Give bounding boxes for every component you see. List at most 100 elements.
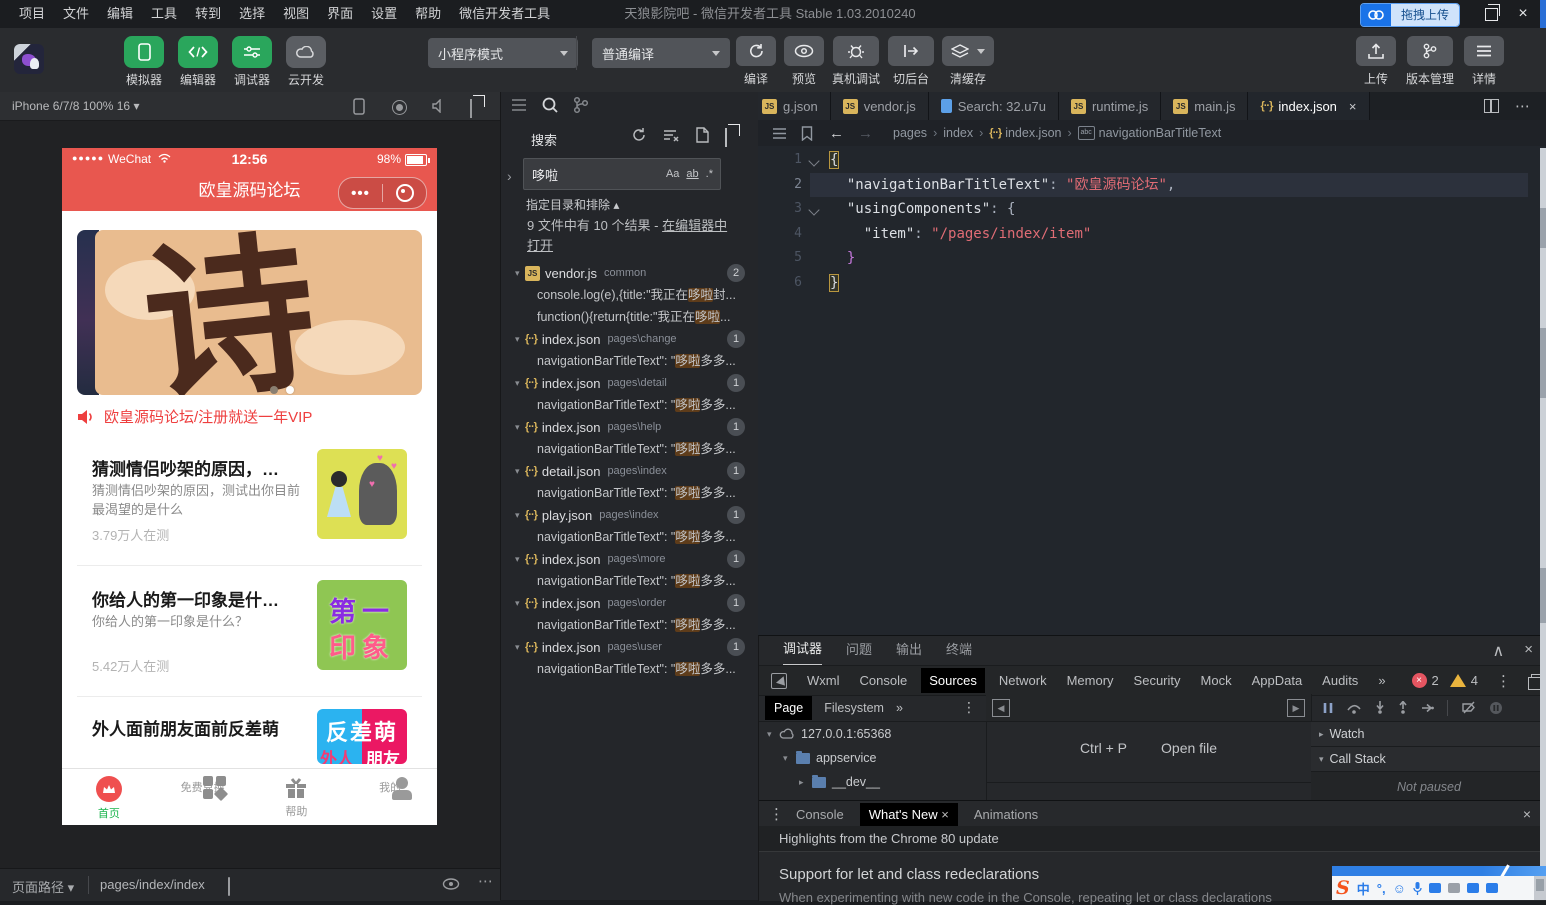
carousel-banner[interactable]: 诗: [95, 230, 422, 395]
panel-toggle-云开发[interactable]: 云开发: [282, 36, 330, 88]
inspect-element-icon[interactable]: [771, 672, 787, 689]
mute-icon[interactable]: [432, 99, 447, 113]
quiz-card[interactable]: 猜测情侣吵架的原因，… 猜测情侣吵架的原因，测试出你目前最渴望的是什么 3.79万人…: [62, 449, 437, 565]
skin-icon[interactable]: [1466, 883, 1479, 893]
multi-window-icon[interactable]: [470, 99, 472, 118]
search-result-file[interactable]: ▾ {··} detail.json pages\index 1: [501, 460, 759, 482]
refresh-search-icon[interactable]: [631, 127, 647, 143]
devtools-tab-Audits[interactable]: Audits: [1322, 673, 1358, 688]
outline-icon[interactable]: [772, 127, 787, 140]
search-input[interactable]: 哆啦 Aa ab .*: [523, 158, 721, 190]
editor-tab-main.js[interactable]: JS main.js: [1161, 92, 1249, 120]
close-tab-icon[interactable]: ×: [941, 807, 949, 822]
action-button-版本管理[interactable]: 版本管理: [1406, 36, 1454, 87]
callstack-section[interactable]: ▾ Call Stack: [1311, 747, 1546, 772]
back-icon[interactable]: ←: [829, 125, 844, 142]
tabbar-item-首页[interactable]: 首页: [62, 769, 156, 825]
menu-item[interactable]: 设置: [362, 0, 406, 28]
regex-icon[interactable]: .*: [706, 168, 713, 180]
code-line[interactable]: 5 }: [758, 246, 1546, 271]
warning-badge-icon[interactable]: [1449, 674, 1466, 687]
page-path-dropdown[interactable]: 页面路径 ▾: [12, 877, 74, 896]
exit-target-icon[interactable]: [383, 184, 426, 202]
devtools-tab-Console[interactable]: Console: [860, 673, 908, 688]
breadcrumb-item[interactable]: abc navigationBarTitleText: [1077, 126, 1221, 140]
devtools-tab-Mock[interactable]: Mock: [1201, 673, 1232, 688]
debugger-tab-输出[interactable]: 输出: [896, 636, 922, 665]
toggle-replace-chevron[interactable]: ›: [507, 168, 512, 184]
device-selector[interactable]: iPhone 6/7/8 100% 16 ▾: [12, 92, 139, 120]
collapse-all-icon[interactable]: [725, 128, 727, 147]
code-line[interactable]: 2 "navigationBarTitleText": "欧皇源码论坛",: [758, 172, 1546, 197]
error-badge-icon[interactable]: ×: [1411, 673, 1427, 688]
tabbar-item-帮助[interactable]: 帮助: [250, 769, 344, 825]
open-search-editor-icon[interactable]: [695, 127, 710, 143]
action-button-编译[interactable]: 编译: [736, 36, 776, 87]
debugger-tab-调试器[interactable]: 调试器: [783, 635, 823, 666]
step-out-icon[interactable]: [1398, 701, 1408, 714]
sources-tab-Page[interactable]: Page: [765, 695, 813, 720]
breadcrumb-item[interactable]: index: [943, 126, 973, 140]
action-button-切后台[interactable]: 切后台: [888, 36, 935, 87]
more-sources-tabs-icon[interactable]: »: [896, 701, 903, 715]
code-area[interactable]: 1{2 "navigationBarTitleText": "欧皇源码论坛", 3…: [758, 146, 1546, 635]
menu-item[interactable]: 界面: [318, 0, 362, 28]
panel-toggle-编辑器[interactable]: 编辑器: [174, 36, 222, 88]
editor-tab-index.json[interactable]: {··} index.json ×: [1248, 92, 1370, 120]
emoji-icon[interactable]: ☺: [1393, 881, 1406, 896]
search-match-line[interactable]: navigationBarTitleText": "哆啦多多...: [501, 614, 759, 636]
visibility-icon[interactable]: [442, 877, 460, 891]
quiz-card[interactable]: 你给人的第一印象是什… 你给人的第一印象是什么？ 5.42万人在测 第一 印象: [62, 580, 437, 696]
close-window-button[interactable]: ×: [1512, 4, 1534, 24]
panel-toggle-调试器[interactable]: 调试器: [228, 36, 276, 88]
editor-tab-runtime.js[interactable]: JS runtime.js: [1058, 92, 1162, 120]
tabbar-item-免费兑换[interactable]: 免费兑换: [156, 769, 250, 825]
code-line[interactable]: 3 "usingComponents": {: [758, 197, 1546, 222]
close-tab-icon[interactable]: ×: [1349, 99, 1357, 114]
more-tabs-icon[interactable]: »: [1378, 673, 1385, 688]
devtools-menu-icon[interactable]: ⋮: [1496, 672, 1511, 690]
git-icon[interactable]: [573, 96, 589, 114]
editor-tab-vendor.js[interactable]: JS vendor.js: [830, 92, 929, 120]
editor-tab-Search: 32.u7u[interactable]: Search: 32.u7u: [928, 92, 1059, 120]
record-icon[interactable]: [392, 100, 407, 115]
menu-item[interactable]: 工具: [142, 0, 186, 28]
search-match-line[interactable]: navigationBarTitleText": "哆啦多多...: [501, 482, 759, 504]
search-match-line[interactable]: navigationBarTitleText": "哆啦多多...: [501, 570, 759, 592]
close-panel-icon[interactable]: ×: [1524, 641, 1533, 661]
weiyun-upload-button[interactable]: 拖拽上传: [1359, 3, 1460, 27]
expand-right-icon[interactable]: ▶: [1287, 699, 1305, 717]
announcement-bar[interactable]: 欧皇源码论坛/注册就送一年VIP: [77, 406, 422, 427]
copy-path-icon[interactable]: [228, 877, 230, 896]
menu-item[interactable]: 编辑: [98, 0, 142, 28]
drawer-menu-icon[interactable]: ⋮: [769, 805, 784, 823]
search-filters-toggle[interactable]: 指定目录和排除 ▴: [526, 196, 619, 213]
step-over-icon[interactable]: [1347, 702, 1362, 714]
editor-tab-g.json[interactable]: JS g.json: [758, 92, 831, 120]
action-button-真机调试[interactable]: 真机调试: [832, 36, 880, 87]
tree-node-__dev__[interactable]: ▸ __dev__: [759, 770, 986, 794]
search-result-file[interactable]: ▾ {··} play.json pages\index 1: [501, 504, 759, 526]
search-match-line[interactable]: navigationBarTitleText": "哆啦多多...: [501, 658, 759, 680]
mic-icon[interactable]: [1413, 881, 1422, 895]
search-result-file[interactable]: ▾ {··} index.json pages\order 1: [501, 592, 759, 614]
search-match-line[interactable]: navigationBarTitleText": "哆啦多多...: [501, 438, 759, 460]
rotate-device-icon[interactable]: [352, 98, 366, 115]
chinese-mode-icon[interactable]: 中: [1357, 879, 1370, 898]
editor-more-icon[interactable]: ⋯: [1515, 97, 1530, 115]
collapse-panel-icon[interactable]: ∧: [1493, 641, 1505, 661]
search-result-file[interactable]: ▾ {··} index.json pages\detail 1: [501, 372, 759, 394]
debugger-tab-终端[interactable]: 终端: [946, 636, 972, 665]
debugger-tab-问题[interactable]: 问题: [846, 636, 872, 665]
forward-icon[interactable]: →: [858, 125, 873, 142]
search-icon[interactable]: [541, 96, 559, 114]
search-result-file[interactable]: ▾ JS vendor.js common 2: [501, 262, 759, 284]
code-line[interactable]: 4 "item": "/pages/index/item": [758, 222, 1546, 247]
compile-mode-select[interactable]: 普通编译: [592, 38, 730, 68]
bookmark-icon[interactable]: [801, 125, 813, 141]
sources-tab-Filesystem[interactable]: Filesystem: [824, 701, 884, 715]
pause-icon[interactable]: [1323, 702, 1334, 714]
account-icon[interactable]: [1447, 883, 1460, 893]
search-match-line[interactable]: navigationBarTitleText": "哆啦多多...: [501, 526, 759, 548]
project-avatar[interactable]: [14, 44, 44, 74]
